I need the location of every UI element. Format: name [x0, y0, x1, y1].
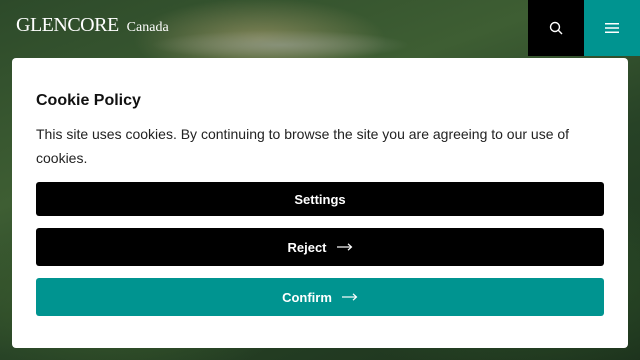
arrow-right-icon: [341, 293, 358, 301]
top-navigation-bar: GLENCORE Canada: [0, 0, 640, 56]
search-icon: [549, 21, 563, 35]
cookie-reject-label: Reject: [287, 239, 327, 255]
menu-button[interactable]: [584, 0, 640, 56]
cookie-settings-label: Settings: [294, 191, 346, 207]
hamburger-menu-icon: [605, 23, 619, 33]
logo-region-label: Canada: [126, 20, 169, 35]
cookie-policy-title: Cookie Policy: [36, 92, 141, 109]
cookie-confirm-label: Confirm: [282, 289, 332, 305]
glencore-logo[interactable]: GLENCORE Canada: [16, 14, 169, 42]
cookie-policy-dialog: Cookie Policy This site uses cookies. By…: [12, 58, 628, 348]
cookie-reject-button[interactable]: Reject: [36, 228, 604, 266]
arrow-right-icon: [336, 243, 353, 251]
search-button[interactable]: [528, 0, 584, 56]
cookie-confirm-button[interactable]: Confirm: [36, 278, 604, 316]
cookie-policy-text: This site uses cookies. By continuing to…: [36, 126, 570, 166]
logo-wordmark: GLENCORE: [16, 14, 119, 36]
cookie-settings-button[interactable]: Settings: [36, 182, 604, 216]
